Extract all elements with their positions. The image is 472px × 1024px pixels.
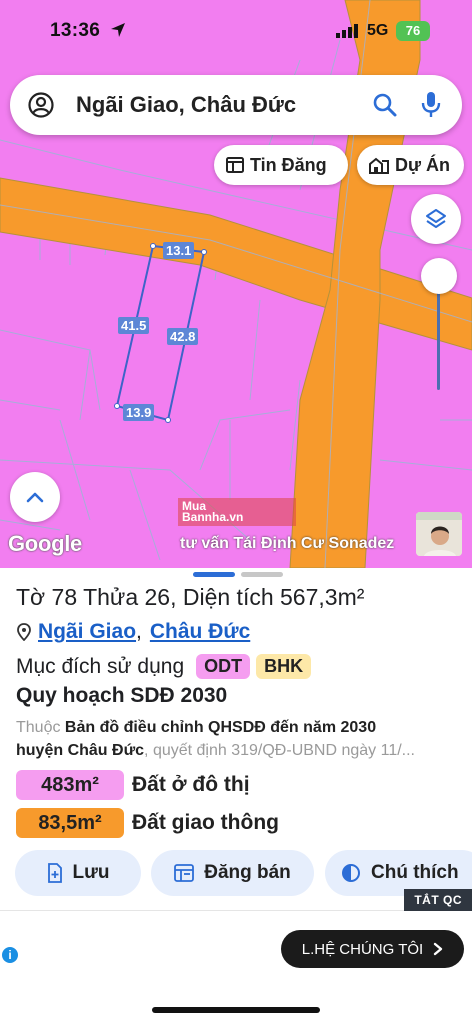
comma-separator: , [136,620,142,643]
tin-dang-label: Tin Đăng [250,154,327,175]
person-photo-icon [416,512,462,556]
du-an-label: Dự Án [395,154,451,175]
location-pin-icon [17,623,31,641]
account-icon[interactable] [28,92,54,118]
chevron-up-icon [26,492,44,503]
post-sale-label: Đăng bán [204,862,291,883]
microphone-icon[interactable] [420,91,442,119]
network-type: 5G [367,22,389,39]
plan-desc-district: huyện Châu Đức [16,742,145,759]
chevron-right-icon [434,942,443,956]
signal-bars-icon [336,24,358,38]
tin-dang-chip[interactable]: Tin Đăng [214,145,348,185]
opacity-slider-track[interactable] [437,278,440,390]
sheet-pager[interactable] [193,572,283,577]
du-an-chip[interactable]: Dự Án [357,145,464,185]
status-time: 13:36 [50,20,101,41]
purpose-badge-bhk: BHK [256,654,312,679]
purpose-label: Mục đích sử dụng [16,654,185,678]
opacity-slider-knob[interactable] [421,258,457,294]
legend-row-urban-residential: 483m² Đất ở đô thị [16,770,250,800]
home-indicator[interactable] [152,1007,320,1013]
pager-dot-active[interactable] [193,572,235,577]
search-query[interactable]: Ngãi Giao, Châu Đức [76,92,296,118]
post-sale-button[interactable]: Đăng bán [151,850,314,896]
edge-length-right: 42.8 [167,328,199,345]
location-arrow-icon [111,23,125,37]
save-button[interactable]: Lưu [15,850,141,896]
home-bar [0,986,472,1024]
legend-note-label: Chú thích [371,862,459,883]
plan-desc-decision: , quyết định 319/QĐ-UBND ngày 11/... [144,742,415,759]
battery-badge: 76 [396,21,430,41]
contact-us-label: L.HỆ CHÚNG TÔI [301,940,424,958]
advisor-avatar[interactable] [416,512,462,556]
legend-name-transport: Đất giao thông [132,811,279,834]
edge-length-top: 13.1 [163,242,195,259]
search-icon[interactable] [372,92,398,118]
layers-button[interactable] [411,194,461,244]
plan-desc-main: Bản đồ điều chỉnh QHSDĐ đến năm 2030 [64,719,377,736]
status-bar: 13:36 5G 76 [0,0,472,62]
map-view[interactable]: 13.1 41.5 42.8 13.9 13:36 5G 76 Ngãi Gia… [0,0,472,568]
plan-description: Thuộc Bản đồ điều chỉnh QHSDĐ đến năm 20… [16,716,466,762]
land-use-purpose: Mục đích sử dụng ODT BHK [16,654,312,679]
search-bar[interactable]: Ngãi Giao, Châu Đức [10,75,462,135]
edge-length-left: 41.5 [118,317,150,334]
plan-title: Quy hoạch SDĐ 2030 [16,684,228,707]
watermark-line2: Bannha.vn [182,510,244,524]
parcel-info-sheet[interactable]: Tờ 78 Thửa 26, Diện tích 567,3m² Ngãi Gi… [0,568,472,910]
layers-icon [426,209,446,228]
legend-name-urban: Đất ở đô thị [132,773,250,796]
close-ad-button[interactable]: TẮT QC [404,889,472,911]
expand-up-button[interactable] [10,472,60,522]
pager-dot[interactable] [241,572,283,577]
ward-link[interactable]: Ngãi Giao [38,620,136,644]
district-link[interactable]: Châu Đức [150,620,250,644]
contrast-icon [342,864,360,882]
google-logo: Google [8,531,82,556]
plan-desc-prefix: Thuộc [16,719,61,736]
contact-us-button[interactable]: L.HỆ CHÚNG TÔI [281,930,464,968]
legend-area-urban: 483m² [16,770,124,800]
edge-length-bottom: 13.9 [123,404,155,421]
parcel-title: Tờ 78 Thửa 26, Diện tích 567,3m² [16,584,365,610]
purpose-badge-odt: ODT [196,654,251,679]
legend-row-transport: 83,5m² Đất giao thông [16,808,279,838]
watermark: Mua Bannha.vn [178,498,296,526]
ad-banner[interactable]: TẮT QC i L.HỆ CHÚNG TÔI [0,889,472,986]
ad-info-icon[interactable]: i [2,947,18,963]
listing-icon [174,864,195,882]
listing-icon [226,157,244,173]
add-file-icon [47,863,62,883]
parcel-location: Ngãi Giao , Châu Đức [16,620,250,644]
ad-caption[interactable]: tư vấn Tái Định Cư Sonadez [180,535,394,553]
save-label: Lưu [72,862,110,883]
buildings-icon [369,157,389,174]
legend-area-transport: 83,5m² [16,808,124,838]
